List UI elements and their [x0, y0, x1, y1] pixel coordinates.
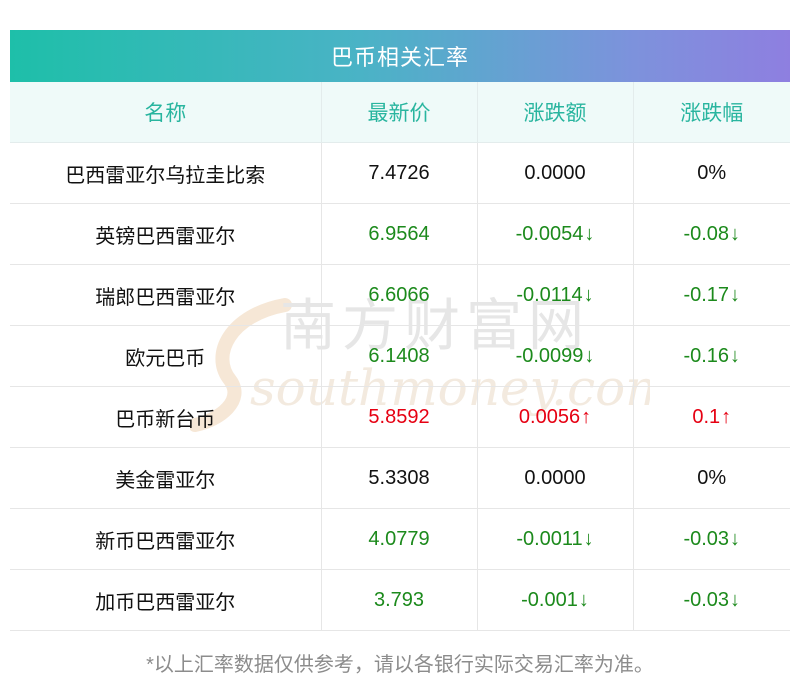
cell-latest-price-value: 6.6066 [368, 283, 430, 306]
table-row: 新币巴西雷亚尔 4.0779 -0.0011↓ -0.03↓ [10, 508, 790, 570]
table-row: 瑞郎巴西雷亚尔 6.6066 -0.0114↓ -0.17↓ [10, 264, 790, 326]
cell-change-percent-value: 0.1 [692, 405, 721, 428]
cell-change-percent: 0% [632, 447, 790, 509]
cell-change-percent: -0.16↓ [632, 325, 790, 387]
cell-pair-name-value: 巴西雷亚尔乌拉圭比索 [65, 164, 266, 187]
cell-change-amount-value: 0.0000 [524, 466, 586, 489]
cell-change-percent: -0.17↓ [632, 264, 790, 326]
cell-change-percent-value: -0.03 [683, 527, 730, 550]
arrow-down-icon: ↓ [584, 344, 595, 367]
cell-change-percent: 0.1↑ [632, 386, 790, 448]
arrow-down-icon: ↓ [730, 283, 741, 306]
table-row: 美金雷亚尔 5.3308 0.0000 0% [10, 447, 790, 509]
cell-change-percent-value: -0.16 [683, 344, 730, 367]
cell-change-percent-value: -0.17 [683, 283, 730, 306]
cell-pair-name-value: 美金雷亚尔 [115, 469, 216, 492]
cell-change-percent: 0% [632, 142, 790, 204]
cell-latest-price: 5.8592 [320, 386, 477, 448]
cell-change-amount-value: -0.001 [521, 588, 578, 611]
cell-change-amount: -0.0099↓ [476, 325, 633, 387]
cell-pair-name: 英镑巴西雷亚尔 [10, 203, 321, 265]
cell-change-percent-value: -0.03 [683, 588, 730, 611]
cell-latest-price: 5.3308 [320, 447, 477, 509]
cell-change-amount-value: -0.0011 [516, 527, 583, 550]
cell-latest-price: 7.4726 [320, 142, 477, 204]
cell-pair-name: 新币巴西雷亚尔 [10, 508, 321, 570]
disclaimer-footnote: *以上汇率数据仅供参考，请以各银行实际交易汇率为准。 [146, 654, 654, 676]
cell-latest-price-value: 3.793 [373, 588, 425, 611]
cell-pair-name: 欧元巴币 [10, 325, 321, 387]
cell-pair-name: 巴币新台币 [10, 386, 321, 448]
cell-change-amount-value: 0.0000 [524, 161, 586, 184]
cell-change-percent-value: 0% [697, 161, 727, 184]
cell-pair-name-value: 巴币新台币 [115, 408, 216, 431]
cell-change-amount-value: -0.0114 [516, 283, 583, 306]
cell-latest-price: 6.1408 [320, 325, 477, 387]
column-header-percent: 涨跌幅 [632, 82, 790, 143]
table-row: 加币巴西雷亚尔 3.793 -0.001↓ -0.03↓ [10, 569, 790, 631]
cell-latest-price-value: 7.4726 [368, 161, 430, 184]
arrow-down-icon: ↓ [730, 344, 741, 367]
cell-pair-name-value: 新币巴西雷亚尔 [95, 530, 236, 553]
cell-pair-name-value: 欧元巴币 [125, 347, 206, 370]
table-body: 巴西雷亚尔乌拉圭比索 7.4726 0.0000 0% 英镑巴西雷亚尔 6.9564 -0.… [10, 142, 790, 631]
cell-pair-name-value: 瑞郎巴西雷亚尔 [95, 286, 236, 309]
cell-change-amount: -0.0011↓ [476, 508, 633, 570]
cell-latest-price-value: 5.8592 [368, 405, 430, 428]
cell-change-amount: -0.0054↓ [476, 203, 633, 265]
cell-pair-name: 美金雷亚尔 [10, 447, 321, 509]
arrow-up-icon: ↑ [581, 405, 592, 428]
cell-change-percent: -0.03↓ [632, 569, 790, 631]
arrow-down-icon: ↓ [730, 527, 741, 550]
cell-change-amount: 0.0000 [476, 447, 633, 509]
cell-change-amount-value: 0.0056 [518, 405, 581, 428]
column-header-name: 名称 [10, 82, 321, 143]
cell-pair-name-value: 加币巴西雷亚尔 [95, 591, 236, 614]
arrow-down-icon: ↓ [583, 527, 594, 550]
column-header-change: 涨跌额 [476, 82, 633, 143]
cell-pair-name-value: 英镑巴西雷亚尔 [95, 225, 236, 248]
cell-change-percent-value: -0.08 [683, 222, 730, 245]
table-header-row: 名称 最新价 涨跌额 涨跌幅 [10, 82, 790, 143]
cell-change-amount: -0.0114↓ [476, 264, 633, 326]
cell-change-percent-value: 0% [697, 466, 727, 489]
cell-latest-price: 4.0779 [320, 508, 477, 570]
cell-pair-name: 加币巴西雷亚尔 [10, 569, 321, 631]
table-row: 巴币新台币 5.8592 0.0056↑ 0.1↑ [10, 386, 790, 448]
rate-table: 名称 最新价 涨跌额 涨跌幅 巴西雷亚尔乌拉圭比索 7.4726 0.0000 0% 英… [10, 82, 790, 631]
cell-latest-price-value: 6.9564 [368, 222, 430, 245]
arrow-down-icon: ↓ [584, 222, 595, 245]
arrow-down-icon: ↓ [578, 588, 589, 611]
cell-pair-name: 瑞郎巴西雷亚尔 [10, 264, 321, 326]
column-header-price: 最新价 [320, 82, 477, 143]
cell-change-amount: 0.0056↑ [476, 386, 633, 448]
cell-latest-price: 6.6066 [320, 264, 477, 326]
cell-latest-price: 6.9564 [320, 203, 477, 265]
cell-latest-price-value: 4.0779 [368, 527, 430, 550]
cell-change-amount-value: -0.0054 [515, 222, 584, 245]
exchange-rate-card: 巴币相关汇率 名称 最新价 涨跌额 涨跌幅 巴西雷亚尔乌拉圭比索 7.4726 0.… [10, 30, 790, 631]
cell-latest-price-value: 6.1408 [368, 344, 430, 367]
cell-change-amount: -0.001↓ [476, 569, 633, 631]
cell-latest-price-value: 5.3308 [368, 466, 430, 489]
cell-change-percent: -0.03↓ [632, 508, 790, 570]
cell-change-percent: -0.08↓ [632, 203, 790, 265]
table-row: 巴西雷亚尔乌拉圭比索 7.4726 0.0000 0% [10, 142, 790, 204]
cell-latest-price: 3.793 [320, 569, 477, 631]
arrow-down-icon: ↓ [730, 222, 741, 245]
cell-change-amount: 0.0000 [476, 142, 633, 204]
table-row: 欧元巴币 6.1408 -0.0099↓ -0.16↓ [10, 325, 790, 387]
table-row: 英镑巴西雷亚尔 6.9564 -0.0054↓ -0.08↓ [10, 203, 790, 265]
card-title: 巴币相关汇率 [10, 30, 790, 82]
cell-change-amount-value: -0.0099 [515, 344, 584, 367]
arrow-up-icon: ↑ [721, 405, 732, 428]
arrow-down-icon: ↓ [730, 588, 741, 611]
cell-pair-name: 巴西雷亚尔乌拉圭比索 [10, 142, 321, 204]
arrow-down-icon: ↓ [583, 283, 594, 306]
